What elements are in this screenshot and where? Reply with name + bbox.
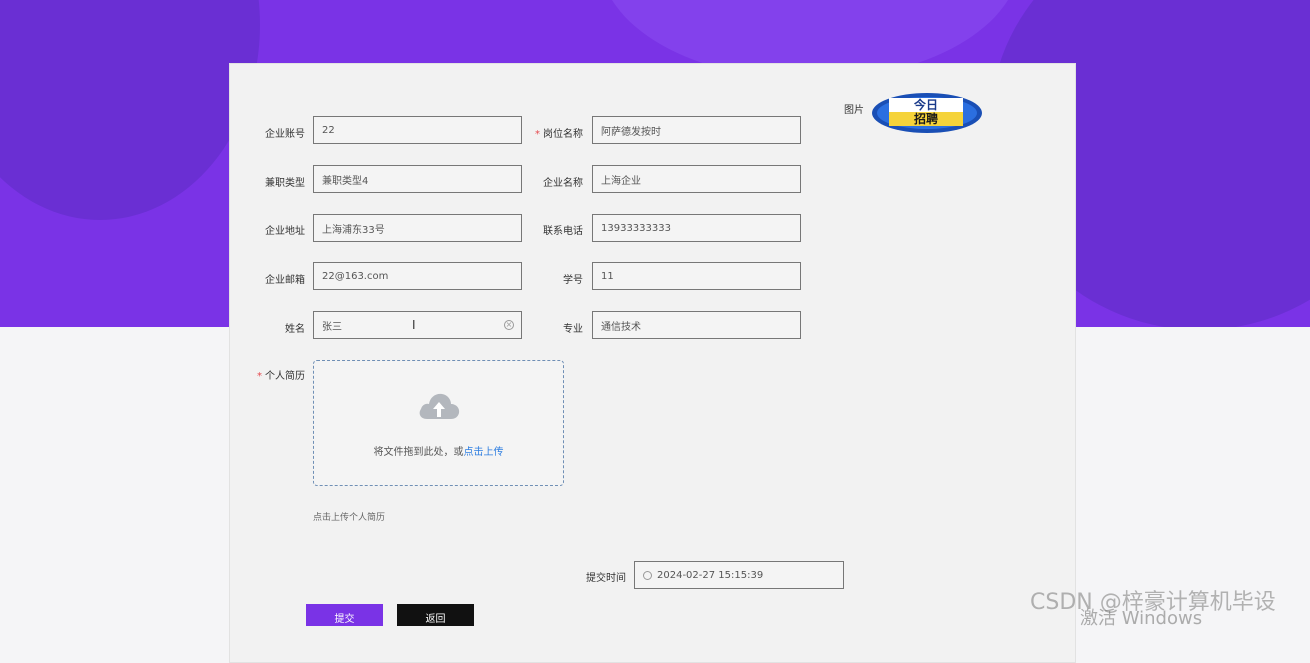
upload-hint: 将文件拖到此处，或点击上传 (314, 443, 563, 458)
field-label-company-address: 企业地址 (265, 226, 305, 237)
clock-icon (643, 570, 652, 580)
field-label-company-email: 企业邮箱 (265, 275, 305, 286)
input-value: 2024-02-27 15:15:39 (657, 569, 764, 581)
field-label-name: 姓名 (285, 324, 305, 335)
submit-button[interactable]: 提交 (306, 604, 383, 626)
logo-text-top: 今日 (913, 97, 938, 112)
company-address-input[interactable]: 上海浦东33号 (313, 214, 522, 242)
field-label-company-name: 企业名称 (543, 178, 583, 189)
name-input[interactable]: 张三 I × (313, 311, 522, 339)
input-value: 兼职类型4 (322, 175, 369, 187)
field-label-submit-time: 提交时间 (586, 573, 626, 584)
company-email-input[interactable]: 22@163.com (313, 262, 522, 290)
back-button[interactable]: 返回 (397, 604, 474, 626)
input-value: 13933333333 (601, 222, 671, 234)
field-label-major: 专业 (563, 324, 583, 335)
form-card: 企业账号 22 * 岗位名称 阿萨德发按时 兼职类型 兼职类型4 企业名称 上海企… (229, 63, 1076, 663)
field-label-company-account: 企业账号 (265, 129, 305, 140)
input-value: 上海企业 (601, 175, 641, 187)
field-label-resume: * 个人简历 (257, 367, 305, 382)
phone-input[interactable]: 13933333333 (592, 214, 801, 242)
input-value: 11 (601, 270, 614, 282)
submit-time-input[interactable]: 2024-02-27 15:15:39 (634, 561, 844, 589)
required-mark: * (535, 129, 540, 140)
student-id-input[interactable]: 11 (592, 262, 801, 290)
background-circle (0, 0, 260, 220)
company-name-input[interactable]: 上海企业 (592, 165, 801, 193)
windows-activation-watermark: 激活 Windows (1080, 608, 1203, 629)
input-value: 阿萨德发按时 (601, 126, 661, 138)
input-value: 22@163.com (322, 270, 389, 282)
job-logo-image[interactable]: 今日 招聘 (871, 92, 983, 134)
input-value: 张三 (322, 321, 342, 333)
hint-text: 将文件拖到此处，或 (373, 447, 464, 458)
image-label: 图片 (844, 105, 864, 116)
logo-text-bottom: 招聘 (914, 111, 938, 126)
field-label-job-name: * 岗位名称 (535, 125, 583, 140)
parttime-type-input[interactable]: 兼职类型4 (313, 165, 522, 193)
input-value: 通信技术 (601, 321, 641, 333)
input-value: 22 (322, 124, 335, 136)
field-label-student-id: 学号 (563, 275, 583, 286)
input-value: 上海浦东33号 (322, 224, 385, 236)
upload-tip: 点击上传个人简历 (313, 513, 386, 523)
text-cursor-icon: I (412, 318, 416, 332)
major-input[interactable]: 通信技术 (592, 311, 801, 339)
required-mark: * (257, 371, 262, 382)
field-label-parttime-type: 兼职类型 (265, 178, 305, 189)
field-label-phone: 联系电话 (543, 226, 583, 237)
job-name-input[interactable]: 阿萨德发按时 (592, 116, 801, 144)
logo-graphic: 今日 招聘 (872, 93, 982, 133)
upload-cloud-icon (419, 393, 460, 419)
label-text: 岗位名称 (543, 129, 583, 140)
company-account-input[interactable]: 22 (313, 116, 522, 144)
upload-link[interactable]: 点击上传 (464, 447, 504, 458)
clear-icon[interactable]: × (504, 320, 514, 330)
label-text: 个人简历 (265, 371, 305, 382)
resume-upload-dropzone[interactable]: 将文件拖到此处，或点击上传 (313, 360, 564, 486)
